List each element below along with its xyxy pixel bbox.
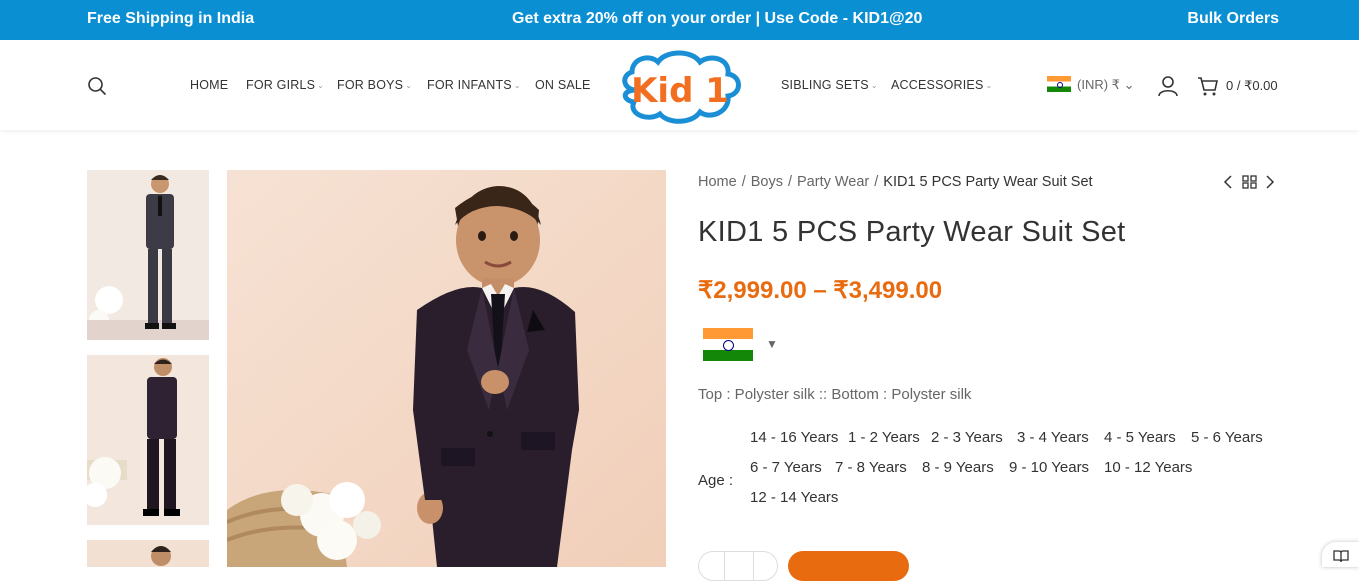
site-header: HOME FOR GIRLS ⌄ FOR BOYS ⌄ FOR INFANTS ⌄ O… (0, 40, 1359, 130)
chevron-down-icon: ⌄ (317, 81, 325, 90)
india-flag-icon (703, 328, 753, 361)
breadcrumb-party-wear[interactable]: Party Wear (797, 174, 869, 190)
nav-for-girls[interactable]: FOR GIRLS ⌄ (246, 78, 324, 92)
age-option[interactable]: 7 - 8 Years (835, 459, 907, 476)
boy-suit-closeup-image (87, 540, 209, 567)
age-option[interactable]: 3 - 4 Years (1017, 429, 1089, 446)
chevron-down-icon: ⌄ (1123, 77, 1135, 92)
free-shipping-text: Free Shipping in India (87, 10, 255, 27)
country-selector[interactable]: ▼ (703, 328, 783, 362)
product-price-range: ₹2,999.00 – ₹3,499.00 (698, 277, 943, 304)
nav-for-infants-label: FOR INFANTS (427, 78, 512, 92)
age-option[interactable]: 6 - 7 Years (750, 459, 822, 476)
logo-text: Kid 1 (631, 71, 729, 111)
product-material: Top : Polyster silk :: Bottom : Polyster… (698, 386, 972, 403)
boy-suit-side-image (87, 355, 209, 525)
age-option[interactable]: 4 - 5 Years (1104, 429, 1176, 446)
announcement-bar: Free Shipping in India Get extra 20% off… (0, 0, 1359, 40)
age-option[interactable]: 12 - 14 Years (750, 489, 838, 506)
chevron-down-icon: ⌄ (985, 81, 993, 90)
product-thumbnail-2[interactable] (87, 355, 209, 525)
cart-icon[interactable] (1197, 75, 1219, 97)
breadcrumb: Home / Boys / Party Wear / KID1 5 PCS Party We… (698, 174, 1093, 190)
boy-suit-front-image (87, 170, 209, 340)
boy-in-party-suit-image (227, 170, 666, 567)
age-option[interactable]: 5 - 6 Years (1191, 429, 1263, 446)
kid1-logo[interactable]: Kid 1 (614, 50, 746, 126)
nav-for-boys-label: FOR BOYS (337, 78, 404, 92)
age-label: Age : (698, 472, 734, 489)
breadcrumb-current: KID1 5 PCS Party Wear Suit Set (883, 174, 1093, 190)
product-thumbnail-3[interactable] (87, 540, 209, 567)
dropdown-arrow-icon: ▼ (766, 337, 778, 351)
nav-for-boys[interactable]: FOR BOYS ⌄ (337, 78, 412, 92)
breadcrumb-separator: / (787, 174, 792, 190)
currency-switcher[interactable]: (INR) ₹ ⌄ (1047, 76, 1134, 93)
nav-accessories-label: ACCESSORIES (891, 78, 984, 92)
nav-sibling-sets[interactable]: SIBLING SETS ⌄ (781, 78, 878, 92)
breadcrumb-separator: / (741, 174, 746, 190)
chevron-right-icon[interactable] (1266, 175, 1275, 189)
age-option[interactable]: 8 - 9 Years (922, 459, 994, 476)
user-icon[interactable] (1157, 75, 1179, 97)
currency-label: (INR) ₹ (1077, 77, 1120, 92)
grid-icon[interactable] (1242, 175, 1257, 189)
age-option[interactable]: 10 - 12 Years (1104, 459, 1192, 476)
promo-code-text: Get extra 20% off on your order | Use Co… (512, 10, 923, 27)
chevron-down-icon: ⌄ (405, 81, 413, 90)
nav-on-sale[interactable]: ON SALE (535, 78, 591, 92)
chevron-down-icon: ⌄ (870, 81, 878, 90)
nav-for-infants[interactable]: FOR INFANTS ⌄ (427, 78, 521, 92)
breadcrumb-home[interactable]: Home (698, 174, 737, 190)
reader-mode-button[interactable] (1322, 542, 1359, 567)
bulk-orders-link[interactable]: Bulk Orders (1187, 10, 1279, 28)
nav-sibling-sets-label: SIBLING SETS (781, 78, 869, 92)
product-title: KID1 5 PCS Party Wear Suit Set (698, 216, 1126, 248)
reader-icon (1333, 550, 1349, 563)
breadcrumb-boys[interactable]: Boys (751, 174, 783, 190)
nav-accessories[interactable]: ACCESSORIES ⌄ (891, 78, 992, 92)
breadcrumb-separator: / (874, 174, 879, 190)
age-option[interactable]: 14 - 16 Years (750, 429, 838, 446)
age-option[interactable]: 2 - 3 Years (931, 429, 1003, 446)
chevron-left-icon[interactable] (1223, 175, 1232, 189)
nav-home[interactable]: HOME (190, 78, 228, 92)
cart-summary[interactable]: 0 / ₹0.00 (1226, 78, 1278, 94)
nav-for-girls-label: FOR GIRLS (246, 78, 316, 92)
age-option[interactable]: 1 - 2 Years (848, 429, 920, 446)
age-option[interactable]: 9 - 10 Years (1009, 459, 1089, 476)
india-flag-icon (1047, 76, 1071, 92)
add-to-cart-button[interactable] (788, 551, 909, 581)
product-navigation (1223, 175, 1275, 189)
search-icon[interactable] (87, 76, 107, 96)
product-thumbnail-1[interactable] (87, 170, 209, 340)
chevron-down-icon: ⌄ (513, 81, 521, 90)
main-product-image[interactable] (227, 170, 666, 567)
quantity-stepper[interactable] (698, 551, 778, 581)
